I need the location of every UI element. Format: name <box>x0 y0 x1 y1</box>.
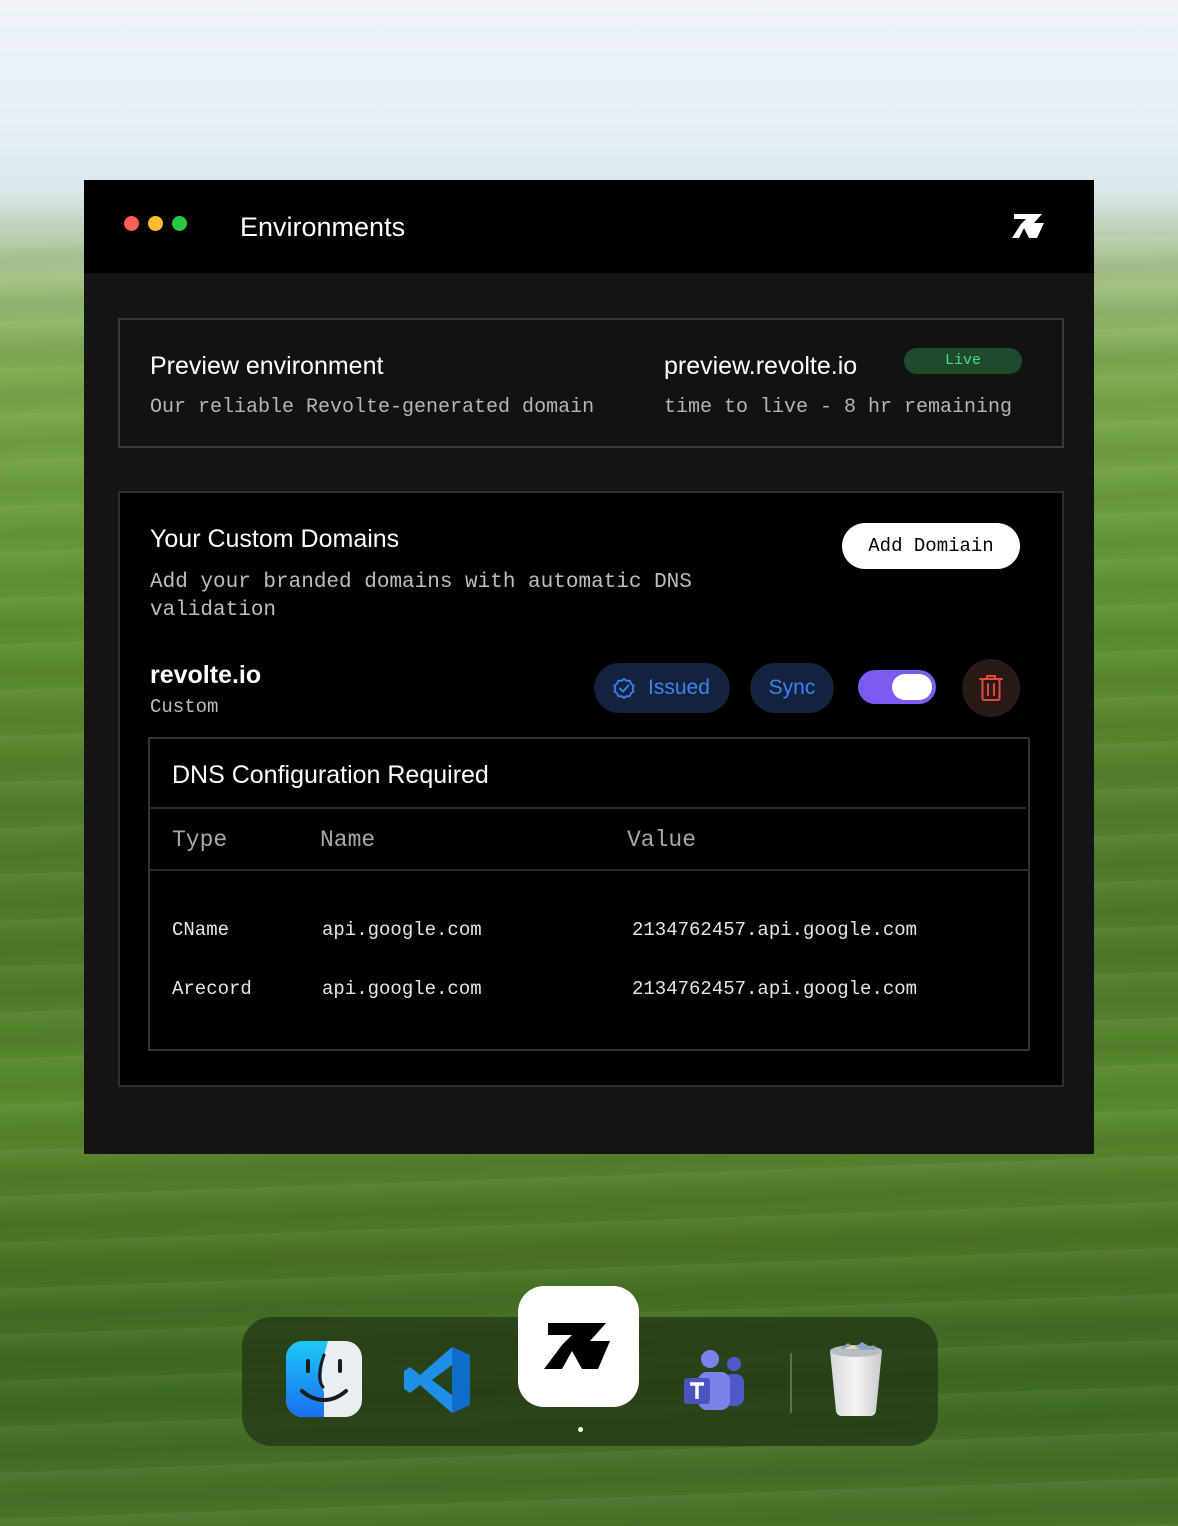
divider <box>150 807 1026 809</box>
revolte-logo-icon <box>1012 214 1044 238</box>
maximize-window-button[interactable] <box>172 216 187 231</box>
environments-window: Environments Preview environment Our rel… <box>84 180 1094 1154</box>
trash-icon <box>979 675 1003 701</box>
preview-domain-link[interactable]: preview.revolte.io <box>664 352 857 381</box>
domain-name: revolte.io <box>150 661 262 689</box>
preview-subtitle: Our reliable Revolte-generated domain <box>150 396 595 419</box>
toggle-knob <box>892 674 932 700</box>
divider <box>150 869 1030 871</box>
trash-icon[interactable] <box>826 1341 886 1417</box>
preview-environment-card: Preview environment Our reliable Revolte… <box>118 318 1064 448</box>
time-to-live-text: time to live - 8 hr remaining <box>664 396 1013 419</box>
issued-status-button[interactable]: Issued <box>594 663 730 713</box>
column-header-value: Value <box>627 827 697 853</box>
vscode-icon[interactable] <box>402 1345 472 1415</box>
custom-domains-card: Your Custom Domains Add your branded dom… <box>118 491 1064 1087</box>
dns-configuration-panel: DNS Configuration Required Type Name Val… <box>148 737 1030 1051</box>
dns-title: DNS Configuration Required <box>172 761 489 789</box>
window-title: Environments <box>240 212 406 242</box>
revolte-app-icon[interactable] <box>518 1286 639 1407</box>
issued-label: Issued <box>648 676 710 699</box>
column-header-name: Name <box>320 827 376 853</box>
revolte-logo-icon <box>544 1323 610 1369</box>
domain-enabled-toggle[interactable] <box>858 670 936 704</box>
finder-icon[interactable] <box>286 1341 362 1417</box>
custom-domains-subtitle: Add your branded domains with automatic … <box>150 571 692 622</box>
title-bar: Environments <box>84 180 1094 273</box>
minimize-window-button[interactable] <box>148 216 163 231</box>
table-cell-type: Arecord <box>172 978 252 1000</box>
close-window-button[interactable] <box>124 216 139 231</box>
sync-button[interactable]: Sync <box>750 663 834 713</box>
active-app-indicator <box>578 1427 583 1432</box>
delete-domain-button[interactable] <box>962 659 1020 717</box>
add-domain-button[interactable]: Add Domiain <box>842 523 1020 569</box>
table-cell-value[interactable]: 2134762457.api.google.com <box>632 978 917 1000</box>
column-header-type: Type <box>172 827 228 853</box>
table-cell-name[interactable]: api.google.com <box>322 919 482 941</box>
table-cell-type: CName <box>172 919 230 941</box>
table-cell-value[interactable]: 2134762457.api.google.com <box>632 919 917 941</box>
domain-kind: Custom <box>150 696 219 718</box>
dock-separator <box>790 1353 792 1413</box>
dock <box>242 1286 938 1446</box>
preview-title: Preview environment <box>150 352 384 380</box>
live-status-badge: Live <box>904 348 1022 374</box>
teams-icon[interactable] <box>682 1347 748 1413</box>
verified-badge-icon <box>613 678 635 699</box>
custom-domains-title: Your Custom Domains <box>150 525 400 553</box>
table-cell-name[interactable]: api.google.com <box>322 978 482 1000</box>
